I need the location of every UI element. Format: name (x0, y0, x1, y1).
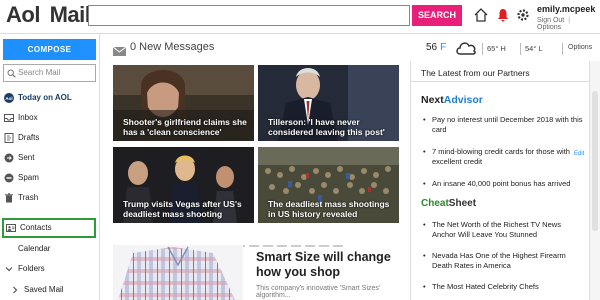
user-name: emily.mcpeek (537, 4, 596, 14)
sent-icon (4, 153, 14, 163)
pager-dot[interactable] (263, 245, 273, 247)
sidebar-item-sent[interactable]: Sent (0, 148, 100, 168)
sidebar-item-calendar[interactable]: Calendar (0, 239, 100, 259)
new-messages-count: 0 New Messages (130, 41, 215, 53)
partners-panel: The Latest from our Partners NextAdvisor… (410, 61, 590, 300)
sidebar: COMPOSE Search Mail Aol Today on AOL Inb… (0, 34, 100, 300)
pager-dot[interactable] (333, 245, 343, 247)
search-button[interactable]: SEARCH (412, 5, 462, 26)
chevron-right-icon (10, 285, 20, 295)
divider (482, 43, 483, 55)
search-input[interactable] (88, 5, 410, 26)
user-links: Sign Out | Options (537, 17, 571, 31)
partner-link[interactable]: 7 mind-blowing credit cards for those wi… (421, 147, 586, 167)
options-link[interactable]: Options (537, 24, 561, 31)
news-card[interactable]: Tillerson: 'I have never considered leav… (258, 65, 399, 141)
inbox-icon (4, 113, 14, 123)
scrollbar[interactable] (590, 61, 600, 300)
drafts-icon (4, 133, 14, 143)
cheatsheet-logo-cheat: Cheat (421, 198, 449, 209)
aol-mail-logo[interactable]: Aol Mail. (6, 2, 96, 28)
trash-icon (4, 193, 14, 203)
sidebar-item-trash[interactable]: Trash (0, 188, 100, 208)
notification-bell-icon[interactable] (494, 6, 512, 24)
ad-image[interactable] (113, 245, 243, 300)
partner-link[interactable]: Pay no interest until December 2018 with… (421, 115, 586, 135)
top-bar: Aol Mail. SEARCH emily.mcpeek Sign Out | … (0, 0, 600, 34)
scrollbar-thumb[interactable] (592, 91, 598, 231)
sidebar-item-label: Trash (18, 193, 39, 202)
home-icon[interactable] (472, 6, 490, 24)
compose-button[interactable]: COMPOSE (3, 39, 96, 60)
svg-text:Aol: Aol (5, 96, 12, 101)
high-temp: 65° H (487, 44, 506, 53)
sign-out-link[interactable]: Sign Out (537, 17, 564, 24)
partner-link[interactable]: An insane 40,000 point bonus has arrived (421, 179, 586, 189)
news-headline: Shooter's girlfriend claims she has a 'c… (123, 117, 247, 137)
sidebar-item-label: Saved Mail (24, 285, 64, 294)
partner-link[interactable]: The Most Hated Celebrity Chefs (421, 282, 586, 292)
nextadvisor-logo-advisor: Advisor (443, 94, 483, 106)
pager-dot[interactable] (249, 245, 259, 247)
search-mail-placeholder: Search Mail (18, 68, 61, 77)
news-headline: Trump visits Vegas after US's deadliest … (123, 199, 242, 219)
sidebar-item-label: Spam (18, 173, 39, 182)
sidebar-item-label: Today on AOL (18, 93, 72, 102)
divider (520, 43, 521, 55)
temperature-unit[interactable]: F (440, 42, 446, 53)
partner-link[interactable]: The Net Worth of the Richest TV News Anc… (421, 220, 586, 240)
sidebar-item-contacts[interactable]: Contacts (2, 218, 96, 238)
cheatsheet-logo-sheet: Sheet (448, 198, 477, 209)
temperature: 56 F (426, 42, 446, 53)
spam-icon (4, 173, 14, 183)
cheatsheet-logo[interactable]: CheatSheet (421, 198, 476, 209)
sidebar-item-label: Contacts (20, 223, 52, 232)
sidebar-item-label: Sent (18, 153, 35, 162)
search-mail-input[interactable]: Search Mail (3, 64, 96, 82)
search-icon (7, 68, 16, 84)
temperature-value: 56 (426, 42, 438, 53)
envelope-icon (112, 43, 127, 61)
logo-main: Aol (6, 2, 40, 27)
divider (562, 43, 563, 55)
nextadvisor-logo[interactable]: NextAdvisor (421, 94, 483, 106)
ad-title[interactable]: Smart Size will change how you shop (256, 250, 406, 280)
news-headline: Tillerson: 'I have never considered leav… (268, 117, 385, 137)
sidebar-item-label: Inbox (18, 113, 38, 122)
aol-icon: Aol (4, 93, 14, 103)
chevron-down-icon (4, 264, 14, 274)
sidebar-item-spam[interactable]: Spam (0, 168, 100, 188)
sidebar-item-label: Calendar (18, 244, 51, 253)
partners-title: The Latest from our Partners (421, 68, 530, 78)
pager-dot[interactable] (277, 245, 287, 247)
pager-dot[interactable] (291, 245, 301, 247)
news-headline: The deadliest mass shootings in US histo… (268, 199, 390, 219)
sidebar-item-folders[interactable]: Folders (0, 259, 100, 279)
pager-dot[interactable] (305, 245, 315, 247)
main-content: 0 New Messages Shooter's girlfriend clai… (101, 34, 410, 300)
divider (411, 81, 589, 82)
sidebar-item-drafts[interactable]: Drafts (0, 128, 100, 148)
sidebar-item-saved-mail[interactable]: Saved Mail (0, 280, 100, 300)
weather-options-link[interactable]: Options (568, 44, 592, 51)
weather-widget[interactable]: 56 F 65° H 54° L Options (410, 34, 600, 61)
gear-icon[interactable] (514, 6, 532, 24)
sidebar-item-label: Drafts (18, 133, 40, 142)
sidebar-item-inbox[interactable]: Inbox (0, 108, 100, 128)
messages-bar[interactable]: 0 New Messages (101, 34, 410, 61)
ad-subtitle: This company's innovative 'Smart Sizes' … (256, 285, 381, 299)
cloud-icon (455, 40, 477, 60)
contacts-icon (6, 223, 16, 233)
sidebar-item-label: Folders (18, 264, 45, 273)
news-card[interactable]: Shooter's girlfriend claims she has a 'c… (113, 65, 254, 141)
nextadvisor-logo-next: Next (421, 94, 444, 106)
pager-dot[interactable] (319, 245, 329, 247)
sidebar-item-today-on-aol[interactable]: Aol Today on AOL (0, 88, 100, 108)
partner-link[interactable]: Nevada Has One of the Highest Firearm De… (421, 251, 586, 271)
low-temp: 54° L (525, 44, 543, 53)
news-card[interactable]: The deadliest mass shootings in US histo… (258, 147, 399, 223)
news-card[interactable]: Trump visits Vegas after US's deadliest … (113, 147, 254, 223)
